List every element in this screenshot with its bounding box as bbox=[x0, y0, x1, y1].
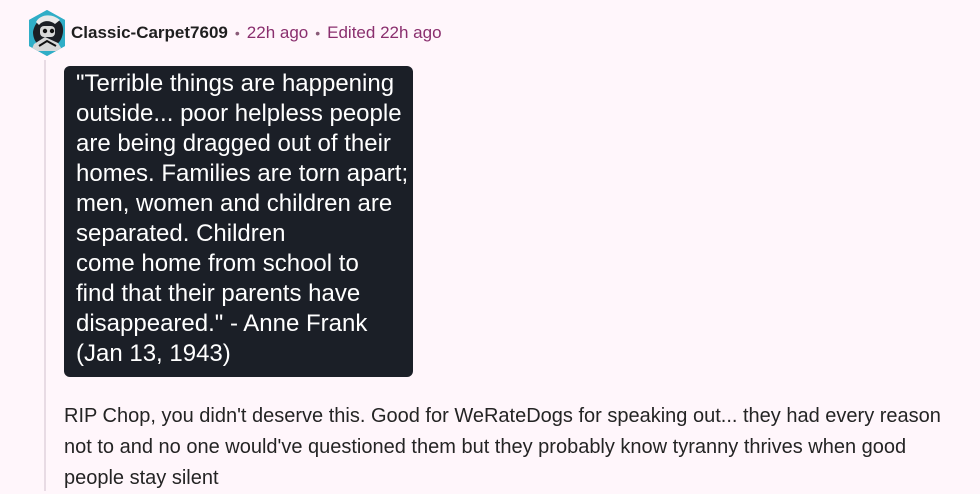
username-link[interactable]: Classic-Carpet7609 bbox=[71, 23, 228, 43]
comment-thread-line bbox=[44, 60, 46, 491]
quote-line: come home from school to bbox=[76, 250, 359, 277]
quote-line: men, women and children are bbox=[76, 190, 393, 217]
comment-body-text: RIP Chop, you didn't deserve this. Good … bbox=[64, 405, 941, 489]
quote-line: are being dragged out of their bbox=[76, 130, 391, 157]
quote-line: homes. Families are torn apart; bbox=[76, 160, 409, 187]
quote-line: (Jan 13, 1943) bbox=[76, 340, 231, 367]
edited-timestamp[interactable]: Edited 22h ago bbox=[327, 23, 441, 43]
quote-line: separated. Children bbox=[76, 220, 286, 247]
quote-image[interactable]: "Terrible things are happening outside..… bbox=[64, 66, 413, 377]
quote-line: find that their parents have bbox=[76, 280, 361, 307]
meta-separator: • bbox=[234, 25, 240, 41]
comment-header: Classic-Carpet7609 • 22h ago • Edited 22… bbox=[25, 9, 449, 57]
robot-avatar-icon[interactable] bbox=[25, 9, 69, 57]
quote-line: outside... poor helpless people bbox=[76, 100, 402, 127]
meta-separator: • bbox=[315, 25, 321, 41]
quote-line: disappeared." - Anne Frank bbox=[76, 310, 368, 337]
comment-timestamp[interactable]: 22h ago bbox=[247, 23, 308, 43]
quote-line: "Terrible things are happening bbox=[76, 70, 395, 97]
